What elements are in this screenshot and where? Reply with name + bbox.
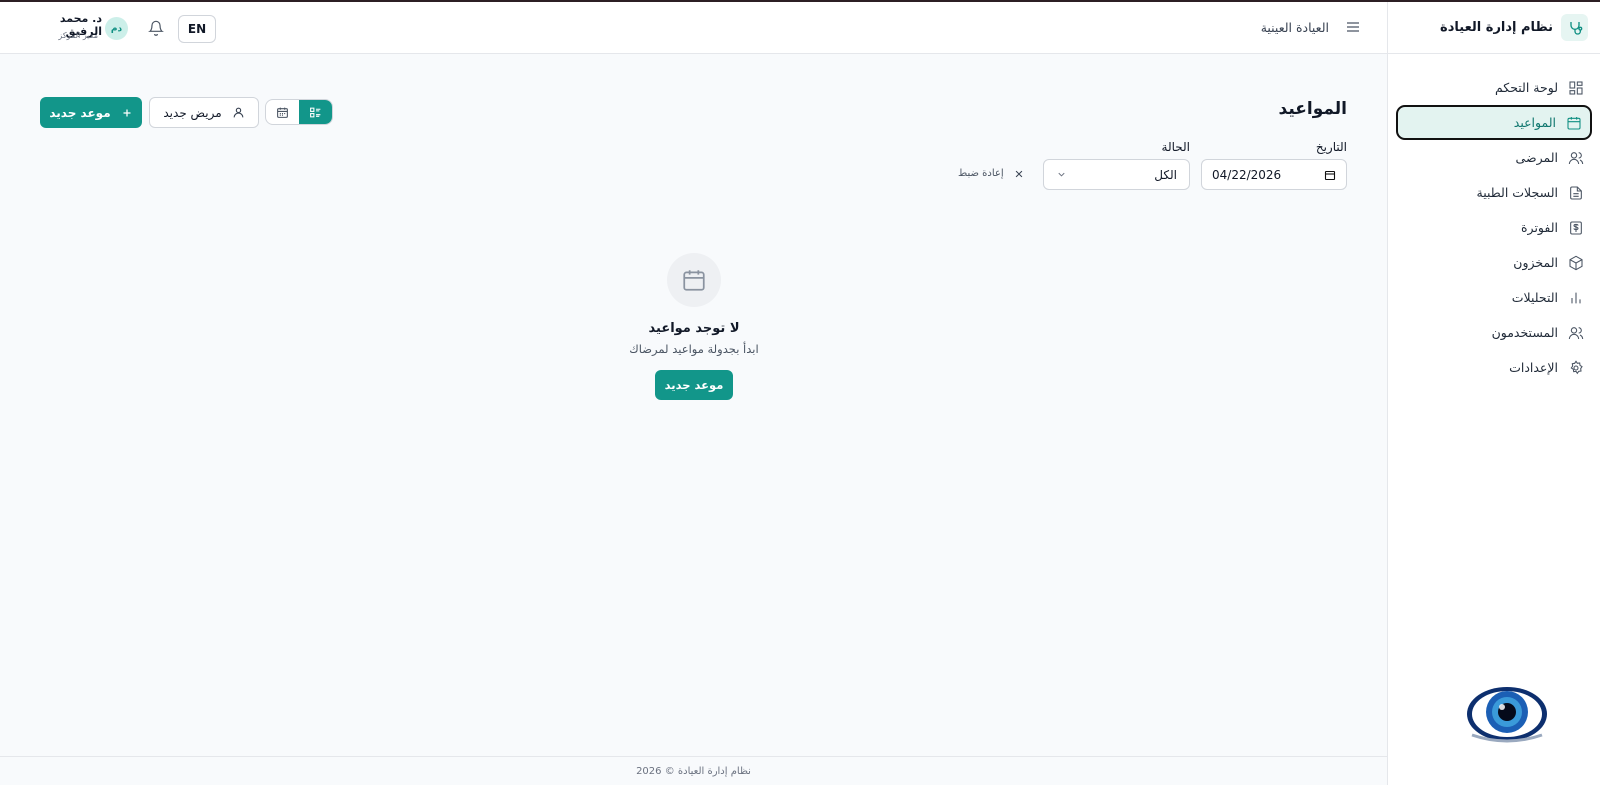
sidebar-item-label: المواعيد bbox=[1513, 115, 1556, 130]
stethoscope-icon bbox=[1561, 14, 1588, 41]
bell-icon[interactable] bbox=[148, 20, 164, 36]
calendar-icon bbox=[1567, 116, 1581, 130]
sidebar-item-settings[interactable]: الإعدادات bbox=[1396, 350, 1592, 385]
status-filter-label: الحالة bbox=[1161, 140, 1190, 154]
status-value: الكل bbox=[1154, 167, 1177, 182]
empty-state-subtitle: ابدأ بجدولة مواعيد لمرضاك bbox=[629, 342, 759, 356]
list-view-button[interactable] bbox=[299, 100, 332, 124]
sidebar-item-analytics[interactable]: التحليلات bbox=[1396, 280, 1592, 315]
page-title: المواعيد bbox=[1278, 99, 1347, 119]
plus-icon bbox=[123, 109, 131, 116]
user-role: مدير المركز bbox=[58, 31, 98, 40]
gear-icon bbox=[1570, 359, 1583, 374]
sidebar-item-inventory[interactable]: المخزون bbox=[1396, 245, 1592, 280]
sidebar-item-users[interactable]: المستخدمون bbox=[1396, 315, 1592, 350]
brand-title: نظام إدارة العيادة bbox=[1440, 20, 1553, 35]
brand: نظام إدارة العيادة bbox=[1388, 2, 1600, 54]
footer-text: نظام إدارة العيادة © 2026 bbox=[636, 765, 751, 777]
eye-logo bbox=[1467, 687, 1547, 743]
sidebar-item-label: السجلات الطبية bbox=[1476, 185, 1558, 200]
empty-state: لا توجد مواعيد ابدأ بجدولة مواعيد لمرضاك… bbox=[594, 253, 794, 400]
sidebar-item-label: المستخدمون bbox=[1491, 325, 1558, 340]
chevron-down-icon bbox=[1058, 172, 1065, 177]
clinic-name: العيادة العينية bbox=[1260, 20, 1329, 35]
dollar-icon bbox=[1570, 220, 1582, 235]
reset-filters-button[interactable]: إعادة ضبط bbox=[958, 168, 1024, 179]
bar-chart-icon bbox=[1571, 292, 1581, 303]
sidebar: نظام إدارة العيادة لوحة التحكم المواعيد … bbox=[1387, 2, 1600, 785]
calendar-view-button[interactable] bbox=[266, 100, 299, 124]
dashboard-icon bbox=[1569, 80, 1583, 95]
close-icon bbox=[1015, 170, 1022, 177]
sidebar-item-appointments[interactable]: المواعيد bbox=[1396, 105, 1592, 140]
view-toggle bbox=[265, 99, 333, 125]
empty-state-new-appointment-button[interactable]: موعد جديد bbox=[655, 370, 733, 400]
menu-icon[interactable] bbox=[1345, 19, 1361, 35]
sidebar-item-label: المرضى bbox=[1515, 150, 1558, 165]
date-filter-label: التاريخ bbox=[1315, 140, 1347, 154]
date-value: 04/22/2026 bbox=[1212, 167, 1282, 182]
avatar[interactable]: دم bbox=[105, 17, 128, 40]
footer: نظام إدارة العيادة © 2026 bbox=[0, 756, 1387, 785]
reset-label: إعادة ضبط bbox=[958, 168, 1004, 179]
sidebar-item-label: التحليلات bbox=[1511, 290, 1558, 305]
main-content: المواعيد موعد جديد مريض جديد التاريخ 04/… bbox=[0, 55, 1387, 758]
sidebar-item-dashboard[interactable]: لوحة التحكم bbox=[1396, 70, 1592, 105]
sidebar-item-label: لوحة التحكم bbox=[1494, 80, 1558, 95]
user-icon bbox=[233, 107, 244, 118]
new-patient-label: مريض جديد bbox=[163, 105, 222, 120]
empty-state-title: لا توجد مواعيد bbox=[648, 321, 740, 336]
calendar-icon[interactable] bbox=[1324, 169, 1336, 181]
empty-calendar-icon bbox=[667, 253, 721, 307]
sidebar-item-patients[interactable]: المرضى bbox=[1396, 140, 1592, 175]
new-patient-button[interactable]: مريض جديد bbox=[149, 97, 259, 128]
language-toggle-button[interactable]: EN bbox=[178, 15, 216, 43]
sidebar-item-medical-records[interactable]: السجلات الطبية bbox=[1396, 175, 1592, 210]
status-select[interactable]: الكل bbox=[1043, 159, 1190, 190]
date-input[interactable]: 04/22/2026 bbox=[1201, 159, 1347, 190]
topbar: العيادة العينية EN دم د. محمد الرفيق مدي… bbox=[0, 2, 1387, 54]
sidebar-item-label: الفوترة bbox=[1521, 220, 1558, 235]
sidebar-item-label: الإعدادات bbox=[1509, 360, 1558, 375]
sidebar-item-billing[interactable]: الفوترة bbox=[1396, 210, 1592, 245]
users-icon bbox=[1568, 326, 1584, 339]
sidebar-nav: لوحة التحكم المواعيد المرضى السجلات الطب… bbox=[1388, 54, 1600, 385]
new-appointment-button[interactable]: موعد جديد bbox=[40, 97, 142, 128]
sidebar-item-label: المخزون bbox=[1513, 255, 1558, 270]
users-icon bbox=[1568, 151, 1584, 164]
new-appointment-label: موعد جديد bbox=[49, 105, 111, 120]
file-text-icon bbox=[1570, 185, 1582, 200]
list-icon bbox=[310, 107, 321, 117]
package-icon bbox=[1569, 255, 1583, 270]
calendar-icon bbox=[277, 107, 288, 118]
